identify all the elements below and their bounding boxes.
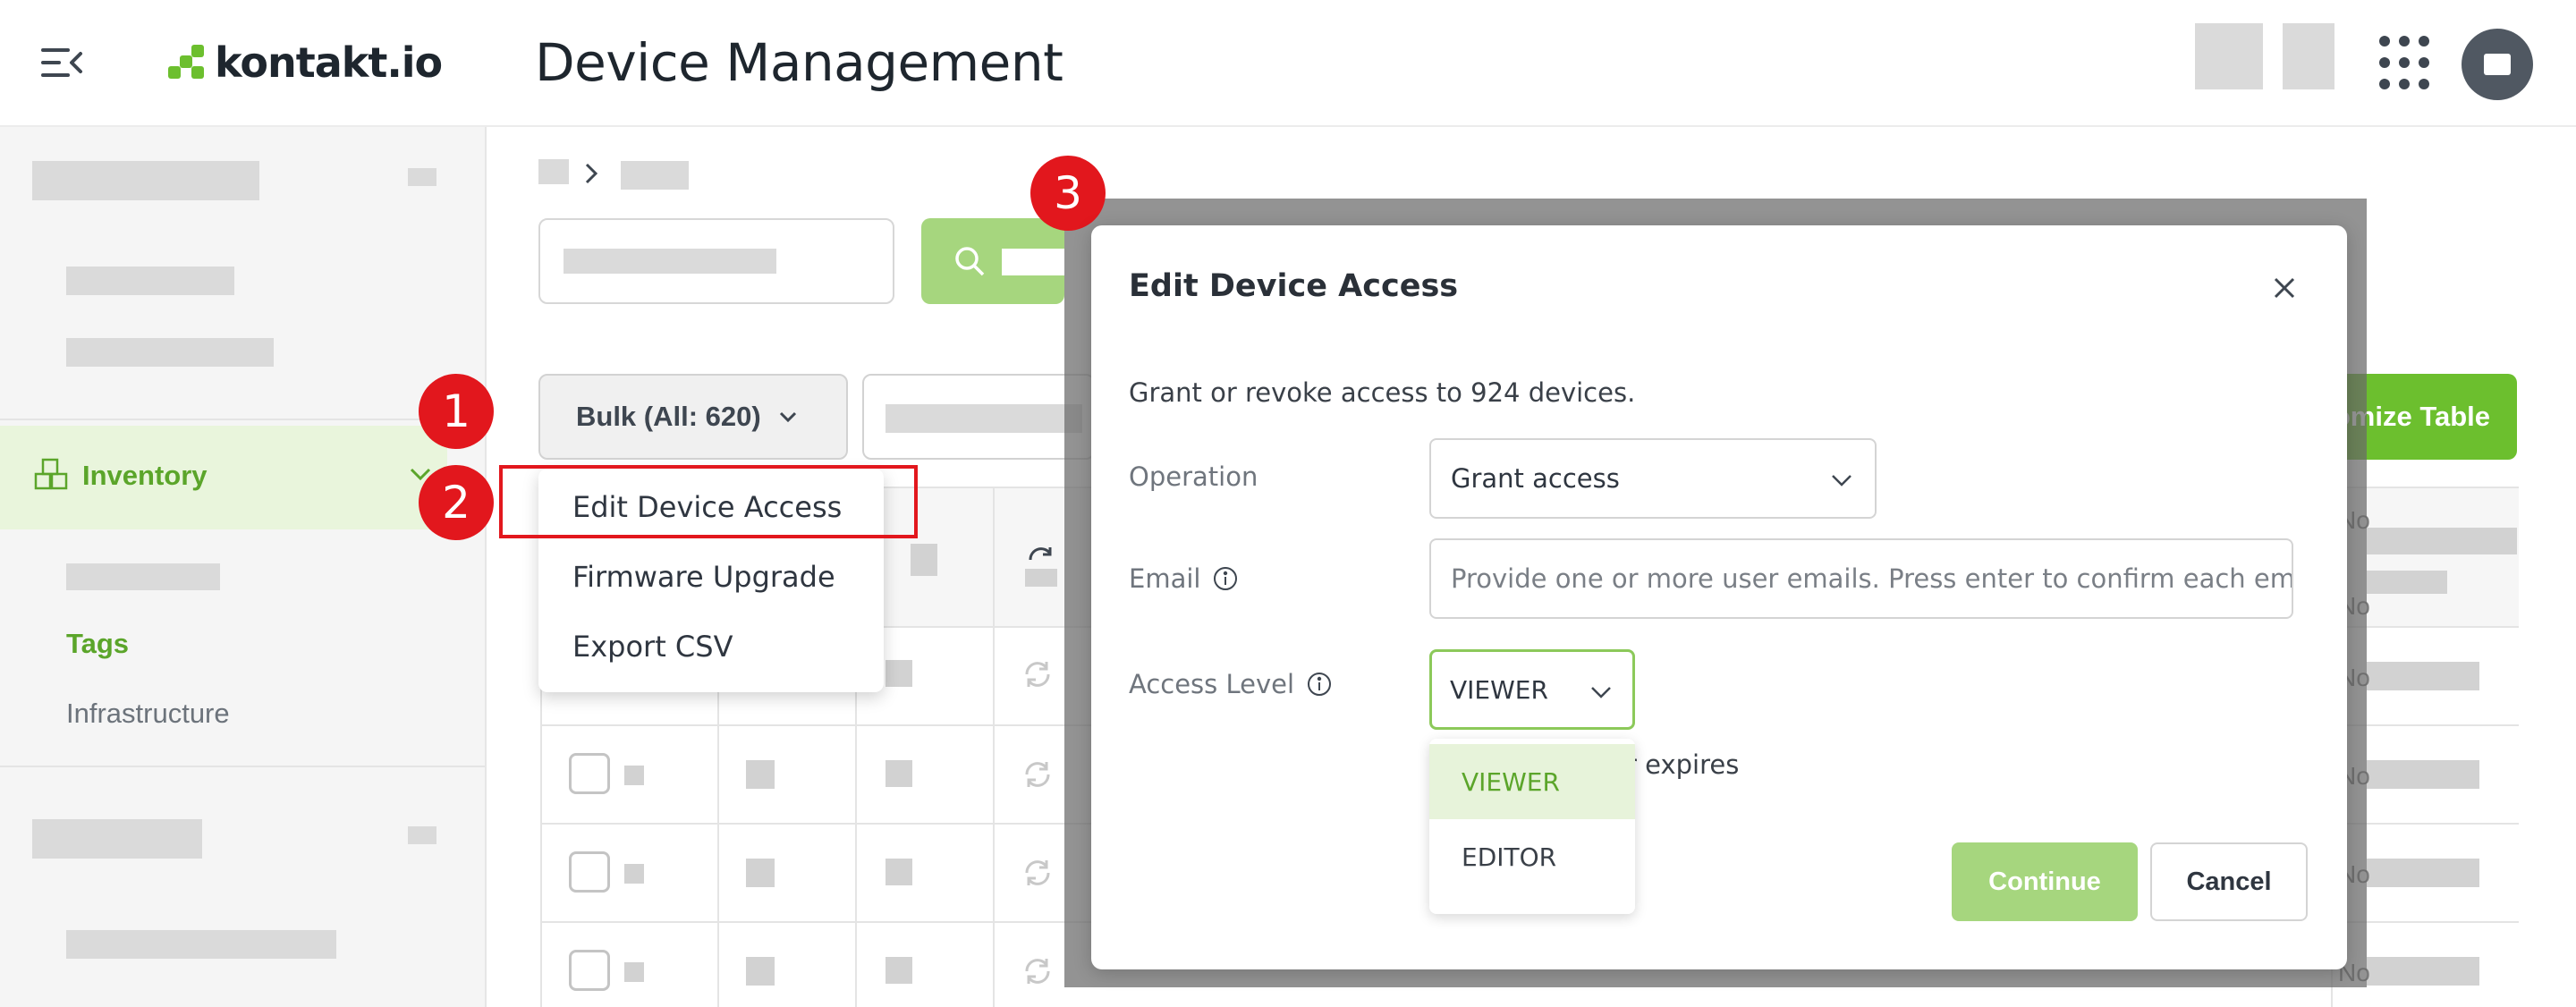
edit-device-access-modal: Edit Device Access Grant or revoke acces…	[1091, 225, 2347, 969]
chevron-down-icon	[1832, 475, 1852, 487]
sidebar-placeholder[interactable]	[32, 819, 202, 859]
header-placeholder[interactable]	[911, 544, 937, 576]
chevron-down-icon	[779, 411, 796, 423]
sidebar-item-label: Inventory	[82, 460, 208, 491]
avatar-icon	[2484, 54, 2511, 75]
refresh-icon[interactable]	[1021, 857, 1054, 889]
info-icon[interactable]	[1213, 566, 1238, 591]
cell-placeholder	[2367, 760, 2479, 789]
sidebar-item-tags[interactable]: Tags	[66, 628, 129, 660]
cell-placeholder	[886, 859, 912, 885]
page-title: Device Management	[535, 32, 1063, 93]
sidebar-placeholder	[408, 826, 436, 844]
cell-placeholder	[746, 957, 775, 986]
search-button-label-placeholder	[1002, 249, 1064, 275]
cell-placeholder	[886, 660, 912, 687]
sidebar-divider	[0, 419, 485, 420]
access-level-value: VIEWER	[1450, 674, 1548, 705]
row-checkbox[interactable]	[569, 950, 610, 991]
row-checkbox[interactable]	[569, 753, 610, 794]
collapse-menu-icon[interactable]	[39, 45, 84, 80]
close-icon[interactable]	[2270, 274, 2299, 302]
option-editor[interactable]: EDITOR	[1429, 819, 1635, 894]
sidebar-divider	[0, 766, 485, 767]
step-badge-2: 2	[419, 465, 494, 540]
bulk-actions-button[interactable]: Bulk (All: 620)	[538, 374, 848, 460]
search-placeholder	[564, 249, 776, 274]
cell-placeholder	[886, 957, 912, 984]
header-placeholder-1[interactable]	[2195, 23, 2263, 89]
refresh-icon[interactable]	[1021, 758, 1054, 791]
bulk-label: Bulk (All: 620)	[576, 401, 761, 432]
cell-placeholder	[2367, 662, 2479, 690]
cell-placeholder	[624, 766, 644, 785]
cell-placeholder	[746, 859, 775, 887]
expires-label: r expires	[1626, 749, 1740, 780]
operation-value: Grant access	[1451, 463, 1620, 494]
search-button[interactable]	[921, 218, 1064, 304]
access-level-label: Access Level	[1129, 669, 1332, 699]
sidebar-placeholder	[408, 168, 436, 186]
menu-item-firmware-upgrade[interactable]: Firmware Upgrade	[572, 560, 835, 594]
filter-input[interactable]	[862, 374, 1095, 460]
cell-placeholder	[624, 864, 644, 884]
sidebar	[0, 127, 487, 1007]
header-placeholder	[2367, 571, 2447, 594]
refresh-icon[interactable]	[1021, 955, 1054, 987]
cell-placeholder	[624, 962, 644, 982]
operation-select[interactable]: Grant access	[1429, 438, 1877, 519]
access-level-options: VIEWER EDITOR	[1429, 739, 1635, 914]
top-header: kontakt.io Device Management	[0, 0, 2576, 127]
filter-placeholder	[886, 404, 1082, 433]
boxes-icon	[32, 456, 70, 494]
operation-label: Operation	[1129, 461, 1258, 492]
email-label-text: Email	[1129, 563, 1201, 594]
kontakt-logo[interactable]: kontakt.io	[166, 34, 443, 91]
header-placeholder-2[interactable]	[2283, 23, 2334, 89]
logo-text: kontakt.io	[215, 38, 443, 87]
modal-title: Edit Device Access	[1129, 268, 1459, 304]
cell-placeholder	[2367, 859, 2479, 887]
menu-item-export-csv[interactable]: Export CSV	[572, 630, 733, 664]
search-input[interactable]	[538, 218, 894, 304]
cancel-button[interactable]: Cancel	[2150, 842, 2308, 921]
continue-button[interactable]: Continue	[1952, 842, 2138, 921]
email-label: Email	[1129, 563, 1238, 594]
step-badge-1: 1	[419, 374, 494, 449]
modal-description: Grant or revoke access to 924 devices.	[1129, 377, 1636, 408]
access-level-select[interactable]: VIEWER	[1429, 649, 1635, 730]
row-checkbox[interactable]	[569, 851, 610, 893]
refresh-icon[interactable]	[1021, 658, 1054, 690]
breadcrumb-current[interactable]	[621, 161, 689, 190]
chevron-down-icon	[1591, 687, 1611, 698]
operation-label-text: Operation	[1129, 461, 1258, 492]
chevron-right-icon	[581, 161, 603, 186]
access-level-label-text: Access Level	[1129, 669, 1295, 699]
logo-mark-icon	[168, 45, 204, 79]
header-placeholder[interactable]	[2367, 528, 2517, 554]
cell-placeholder	[746, 760, 775, 789]
sidebar-placeholder[interactable]	[66, 563, 220, 590]
avatar[interactable]	[2462, 29, 2533, 100]
sidebar-placeholder[interactable]	[32, 161, 259, 200]
email-input[interactable]	[1429, 538, 2293, 619]
sidebar-placeholder[interactable]	[66, 267, 234, 295]
cell-placeholder	[2367, 957, 2479, 986]
apps-grid-icon[interactable]	[2379, 36, 2429, 91]
search-icon	[955, 247, 985, 276]
info-icon[interactable]	[1307, 672, 1332, 697]
step-badge-3: 3	[1030, 156, 1106, 231]
breadcrumb-home[interactable]	[538, 159, 569, 184]
step-highlight-box	[499, 465, 918, 538]
cell-placeholder	[886, 760, 912, 787]
sidebar-placeholder[interactable]	[66, 338, 274, 367]
sidebar-item-infrastructure[interactable]: Infrastructure	[66, 698, 230, 730]
column-divider	[993, 487, 995, 1007]
header-placeholder	[1025, 569, 1057, 587]
sidebar-placeholder[interactable]	[66, 930, 336, 959]
option-viewer[interactable]: VIEWER	[1429, 744, 1635, 819]
